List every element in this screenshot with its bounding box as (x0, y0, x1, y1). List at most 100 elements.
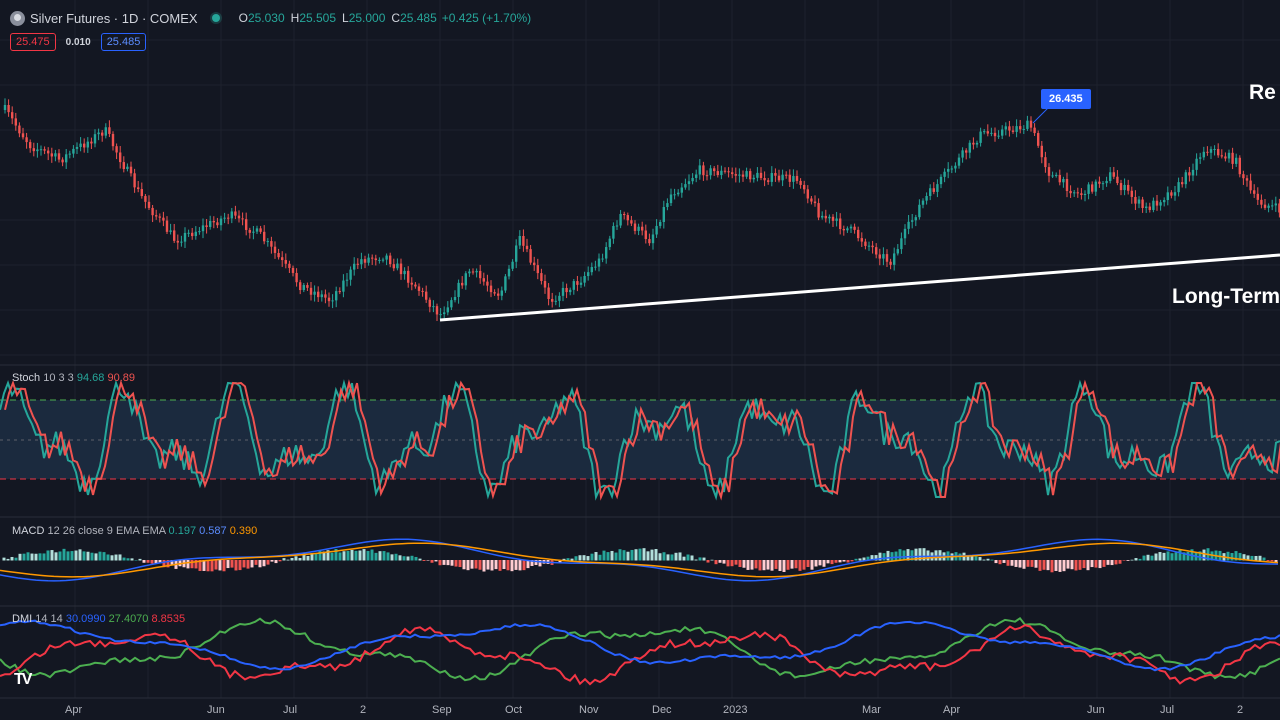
macd-histogram-bar (430, 560, 434, 563)
macd-hist-value: 0.197 (168, 525, 197, 537)
macd-histogram-bar (346, 550, 350, 561)
macd-legend[interactable]: MACD 12 26 close 9 EMA EMA 0.197 0.587 0… (12, 525, 257, 537)
candle-body (1004, 126, 1007, 130)
candle-body (1058, 174, 1061, 183)
dmi-legend[interactable]: DMI 14 14 30.0990 27.4070 8.8535 (12, 613, 185, 625)
macd-histogram-bar (1118, 560, 1122, 564)
macd-histogram-bar (1178, 549, 1182, 561)
candle-body (972, 142, 975, 145)
macd-histogram-bar (1062, 560, 1066, 572)
macd-histogram-bar (494, 560, 498, 570)
candle-body (1047, 167, 1051, 176)
candle-body (839, 218, 842, 229)
candle-body (943, 171, 946, 177)
candle-body (695, 174, 698, 178)
candle-body (1188, 172, 1191, 176)
macd-histogram-bar (366, 550, 370, 561)
candle-body (309, 287, 313, 295)
x-label-2: 2 (360, 704, 367, 716)
macd-histogram-bar (1230, 552, 1234, 561)
macd-histogram-bar (842, 560, 846, 562)
candle-body (950, 168, 953, 170)
candle-body (1022, 128, 1025, 130)
candle-body (540, 273, 543, 281)
macd-histogram-bar (34, 553, 38, 561)
macd-histogram-bar (1038, 560, 1042, 571)
macd-line-value: 0.587 (199, 525, 227, 537)
candle-body (1238, 157, 1241, 175)
candle-body (655, 225, 658, 235)
candle-body (489, 285, 493, 293)
resistance-annotation[interactable]: Re (1249, 81, 1276, 105)
buy-price-button[interactable]: 25.485 (100, 33, 147, 51)
tradingview-logo[interactable]: TV (14, 671, 33, 689)
dmi-minus-value: 27.4070 (108, 613, 149, 625)
candle-body (1209, 149, 1213, 153)
macd-histogram-bar (1134, 558, 1138, 561)
macd-histogram-bar (102, 552, 106, 561)
sell-price-button[interactable]: 25.475 (10, 33, 56, 51)
macd-histogram-bar (386, 552, 390, 561)
macd-histogram-bar (678, 552, 682, 561)
candle-body (273, 246, 277, 253)
candle-body (738, 174, 741, 176)
candle-body (140, 189, 143, 197)
candle-body (1256, 193, 1259, 200)
candle-body (749, 171, 752, 180)
candle-body (997, 135, 1000, 137)
candle-body (169, 230, 172, 232)
stoch-legend[interactable]: Stoch 10 3 3 94.68 90.89 (12, 372, 135, 384)
candle-body (925, 195, 928, 201)
macd-histogram-bar (286, 559, 290, 561)
candle-body (1091, 184, 1094, 192)
open-label: O (238, 11, 248, 25)
candle-body (302, 285, 305, 291)
candle-body (122, 162, 125, 169)
candle-body (147, 201, 151, 208)
candle-body (1137, 199, 1141, 204)
candle-body (713, 168, 716, 172)
macd-histogram-bar (1022, 560, 1026, 569)
macd-histogram-bar (1114, 560, 1118, 565)
macd-histogram-bar (1066, 560, 1070, 569)
macd-histogram-bar (1174, 552, 1178, 561)
candle-body (1109, 172, 1112, 181)
candle-body (803, 184, 806, 190)
macd-histogram-bar (314, 554, 318, 561)
macd-histogram-bar (634, 549, 638, 561)
candle-body (1199, 157, 1202, 159)
support-annotation[interactable]: Long-Term (1172, 285, 1280, 309)
candle-body (1227, 152, 1231, 159)
symbol-title[interactable]: Silver Futures · 1D · COMEX (30, 11, 198, 26)
candle-body (975, 142, 979, 145)
candle-body (752, 177, 755, 180)
macd-histogram-bar (218, 560, 222, 571)
candle-body (990, 132, 993, 134)
macd-histogram-bar (1130, 559, 1134, 561)
candle-body (126, 166, 129, 169)
candle-body (356, 263, 359, 265)
macd-histogram-bar (254, 560, 258, 565)
candle-body (245, 219, 248, 230)
candle-body (918, 204, 921, 218)
macd-histogram-bar (210, 560, 214, 572)
candle-body (882, 254, 885, 259)
macd-histogram-bar (482, 560, 486, 572)
candle-body (479, 270, 482, 279)
macd-histogram-bar (594, 552, 598, 561)
candle-body (306, 285, 309, 288)
candle-body (630, 220, 633, 224)
candle-body (673, 194, 676, 196)
candle-body (864, 241, 867, 246)
candle-body (867, 245, 871, 247)
macd-histogram-bar (622, 550, 626, 561)
macd-histogram-bar (750, 560, 754, 570)
candle-body (111, 133, 115, 147)
candle-body (32, 148, 35, 152)
candle-body (453, 296, 457, 301)
candle-body (270, 241, 273, 247)
candle-body (1112, 172, 1115, 177)
macd-histogram-bar (134, 559, 138, 561)
candle-body (702, 165, 705, 176)
candle-body (871, 245, 874, 248)
